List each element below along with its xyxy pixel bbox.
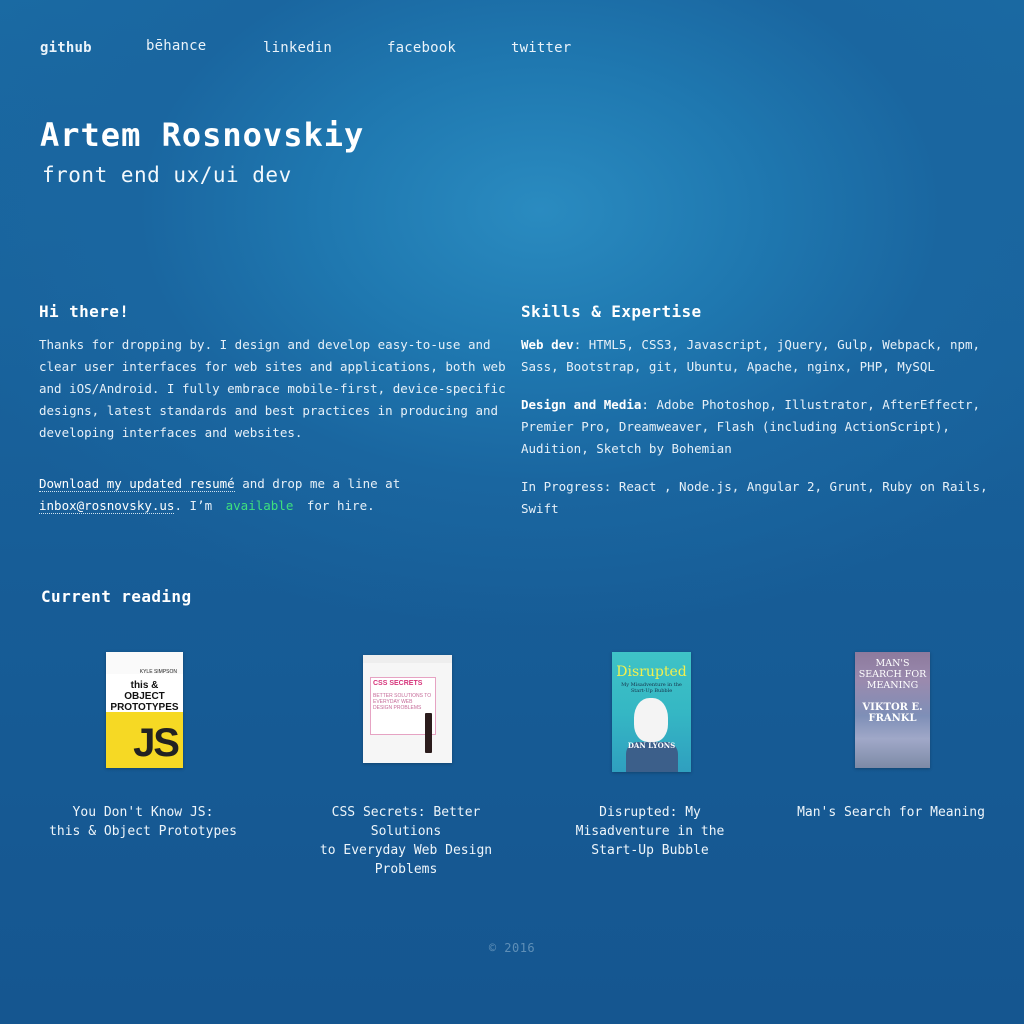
contact-text: and drop me a line at bbox=[234, 476, 401, 491]
unicorn-head-icon bbox=[634, 698, 668, 742]
reading-heading: Current reading bbox=[41, 587, 192, 606]
skills-webdev-list: : HTML5, CSS3, Javascript, jQuery, Gulp,… bbox=[521, 337, 981, 374]
phone-icon bbox=[425, 713, 432, 753]
skills-webdev: Web dev: HTML5, CSS3, Javascript, jQuery… bbox=[521, 334, 991, 378]
nav-link-twitter[interactable]: twitter bbox=[511, 40, 571, 56]
nav-link-github[interactable]: github bbox=[40, 40, 92, 56]
cover-author: DAN LYONS bbox=[627, 741, 676, 750]
cover-subtitle: My Misadventure in the Start-Up Bubble bbox=[621, 682, 682, 694]
page-subtitle: front end ux/ui dev bbox=[42, 163, 292, 187]
for-hire-text: for hire. bbox=[299, 498, 375, 513]
skills-design-label: Design and Media bbox=[521, 397, 642, 412]
cover-title: MAN'S SEARCH FOR MEANING bbox=[858, 658, 927, 691]
book-caption-disrupted: Disrupted: My Misadventure in the Start-… bbox=[575, 805, 725, 858]
book-cover-css-secrets[interactable]: CSS SECRETS BETTER SOLUTIONS TO EVERYDAY… bbox=[363, 655, 452, 763]
cover-subtitle: BETTER SOLUTIONS TO EVERYDAY WEB DESIGN … bbox=[373, 693, 432, 711]
book-caption-css-secrets: CSS Secrets: Better Solutions to Everyda… bbox=[319, 805, 493, 877]
availability-status: available bbox=[225, 498, 294, 513]
cover-title: Disrupted bbox=[616, 664, 687, 680]
cover-title: CSS SECRETS bbox=[373, 680, 423, 687]
page-title: Artem Rosnovskiy bbox=[40, 116, 365, 154]
cover-author: VIKTOR E. FRANKL bbox=[862, 702, 923, 724]
cover-top-bar bbox=[363, 655, 452, 663]
cover-title: this & OBJECT PROTOTYPES bbox=[110, 680, 179, 713]
book-cover-disrupted[interactable]: Disrupted My Misadventure in the Start-U… bbox=[612, 652, 691, 772]
cover-author: KYLE SIMPSON bbox=[139, 669, 177, 675]
skills-progress: In Progress: React , Node.js, Angular 2,… bbox=[521, 479, 988, 516]
book-caption-ydkjs: You Don't Know JS: this & Object Prototy… bbox=[49, 805, 237, 839]
page: github bēhance linkedin facebook twitter… bbox=[0, 0, 1024, 1024]
footer-copyright: © 2016 bbox=[488, 941, 536, 955]
about-section: Thanks for dropping by. I design and dev… bbox=[39, 334, 507, 533]
nav-link-facebook[interactable]: facebook bbox=[387, 40, 456, 56]
resume-download-link[interactable]: Download my updated resumé bbox=[39, 476, 235, 492]
js-logo-icon: JS bbox=[133, 721, 180, 765]
book-caption-mans-search: Man's Search for Meaning bbox=[797, 805, 985, 820]
skills-design: Design and Media: Adobe Photoshop, Illus… bbox=[521, 394, 991, 460]
skills-heading: Skills & Expertise bbox=[521, 302, 702, 321]
email-link[interactable]: inbox@rosnovsky.us bbox=[39, 498, 175, 514]
im-text: . I’m bbox=[174, 498, 220, 513]
book-cover-mans-search[interactable]: MAN'S SEARCH FOR MEANING VIKTOR E. FRANK… bbox=[855, 652, 930, 768]
about-heading: Hi there! bbox=[39, 302, 130, 321]
nav-link-linkedin[interactable]: linkedin bbox=[263, 40, 332, 56]
skills-webdev-label: Web dev bbox=[521, 337, 574, 352]
about-contact: Download my updated resumé and drop me a… bbox=[39, 473, 507, 517]
about-intro: Thanks for dropping by. I design and dev… bbox=[39, 337, 506, 440]
book-cover-ydkjs[interactable]: KYLE SIMPSON this & OBJECT PROTOTYPES JS bbox=[106, 652, 183, 768]
skills-section: Web dev: HTML5, CSS3, Javascript, jQuery… bbox=[521, 334, 991, 536]
nav-link-behance[interactable]: bēhance bbox=[146, 38, 206, 54]
